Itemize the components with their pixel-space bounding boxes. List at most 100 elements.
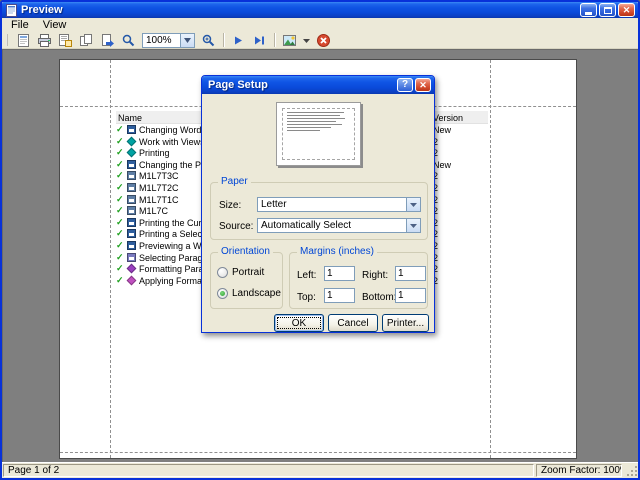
left-margin-input[interactable] <box>324 266 355 281</box>
dialog-title-bar: Page Setup ? ✕ <box>202 76 434 94</box>
paper-group-label: Paper <box>218 176 251 188</box>
find-button[interactable] <box>119 32 138 48</box>
dialog-close-button[interactable]: ✕ <box>415 78 431 92</box>
printer-page-icon <box>6 3 17 17</box>
insert-image-button[interactable] <box>280 32 299 48</box>
menu-bar: File View <box>2 18 638 32</box>
resize-grip[interactable] <box>624 464 638 477</box>
maximize-icon <box>603 6 612 14</box>
close-button[interactable]: ✕ <box>618 3 635 17</box>
maximize-button[interactable] <box>599 3 616 17</box>
dialog-title: Page Setup <box>208 79 268 91</box>
page-preview-thumbnail <box>276 102 361 166</box>
thumbnail-text-line <box>287 115 340 116</box>
topic-version: New <box>433 125 452 135</box>
paper-group: Paper Size: Letter Source: Automatically… <box>210 176 428 240</box>
topic-name: Printing <box>139 148 170 159</box>
check-icon <box>116 147 124 158</box>
portrait-radio[interactable]: Portrait <box>217 267 264 278</box>
copy-pages-button[interactable] <box>77 32 96 48</box>
margin-guide <box>490 60 491 458</box>
topic-icon <box>127 229 136 239</box>
next-page-icon <box>235 36 242 44</box>
resize-grip-icon <box>627 466 637 476</box>
page-layout-icon <box>18 33 29 47</box>
export-page-button[interactable] <box>98 32 117 48</box>
right-margin-label: Right: <box>362 270 389 281</box>
page-layout-button[interactable] <box>14 32 33 48</box>
page-setup-dialog: Page Setup ? ✕ Paper Size: Letter Source… <box>201 75 435 333</box>
bottom-margin-input[interactable] <box>395 288 426 303</box>
minimize-button[interactable] <box>580 3 597 17</box>
last-page-icon <box>255 36 264 44</box>
topic-icon <box>127 217 136 227</box>
margin-guide <box>60 452 576 453</box>
dropdown-arrow-icon <box>184 37 191 43</box>
right-margin-input[interactable] <box>395 266 426 281</box>
menu-view[interactable]: View <box>36 19 74 31</box>
printer-button[interactable]: Printer... <box>382 314 429 332</box>
dropdown-arrow-icon <box>406 219 420 232</box>
thumbnail-text-line <box>287 121 337 122</box>
check-icon <box>116 263 124 274</box>
topic-name: M1L7T1C <box>139 194 179 205</box>
paper-size-value: Letter <box>261 199 287 210</box>
stop-icon <box>317 33 330 47</box>
column-version: Version <box>433 113 464 123</box>
toolbar-grip[interactable] <box>6 34 8 46</box>
menu-file[interactable]: File <box>4 19 36 31</box>
image-dropdown-button[interactable] <box>301 32 312 48</box>
copy-pages-icon <box>80 33 92 46</box>
dropdown-arrow-icon <box>406 198 420 211</box>
topic-name: M1L7T3C <box>139 171 179 182</box>
paper-source-value: Automatically Select <box>261 220 352 231</box>
paper-size-select[interactable]: Letter <box>257 197 421 212</box>
window-title: Preview <box>21 4 63 16</box>
paper-source-select[interactable]: Automatically Select <box>257 218 421 233</box>
dialog-help-button[interactable]: ? <box>397 78 413 92</box>
topic-icon <box>126 136 137 147</box>
thumbnail-text-line <box>287 130 320 131</box>
zoom-in-icon <box>202 34 215 46</box>
zoom-input[interactable] <box>142 32 180 48</box>
zoom-dropdown-button[interactable] <box>180 32 195 48</box>
check-icon <box>116 182 124 193</box>
thumbnail-text-line <box>287 127 332 128</box>
toolbar-separator <box>223 33 224 47</box>
thumbnail-text-line <box>287 124 343 125</box>
title-bar: Preview ✕ <box>2 2 638 18</box>
preview-window: Preview ✕ File View 100% Name Version ✓ … <box>0 0 640 480</box>
check-icon <box>116 275 124 286</box>
orientation-group: Orientation Portrait Landscape <box>210 246 283 309</box>
page-setup-icon <box>59 33 72 47</box>
landscape-radio[interactable]: Landscape <box>217 288 281 299</box>
zoom-button[interactable] <box>199 32 218 48</box>
check-icon <box>116 252 124 263</box>
topic-name: M1L7C <box>139 206 169 217</box>
top-margin-input[interactable] <box>324 288 355 303</box>
page-setup-button[interactable] <box>56 32 75 48</box>
toolbar <box>2 32 638 49</box>
check-icon <box>116 124 124 135</box>
topic-icon <box>126 147 137 158</box>
top-margin-label: Top: <box>297 292 316 303</box>
topic-icon <box>127 240 136 250</box>
app-icon <box>5 3 18 17</box>
check-icon <box>116 194 124 205</box>
next-page-button[interactable] <box>229 32 248 48</box>
check-icon <box>116 205 124 216</box>
stop-button[interactable] <box>314 32 333 48</box>
topic-icon <box>127 125 136 134</box>
ok-button[interactable]: OK <box>274 314 324 332</box>
topic-icon <box>127 252 136 262</box>
dialog-body: Paper Size: Letter Source: Automatically… <box>202 94 434 332</box>
print-button[interactable] <box>35 32 54 48</box>
margin-guide <box>110 60 111 458</box>
topic-icon <box>126 263 137 274</box>
status-bar: Page 1 of 2 Zoom Factor: 100% <box>2 462 638 478</box>
cancel-button[interactable]: Cancel <box>328 314 378 332</box>
thumbnail-text-line <box>287 118 345 119</box>
export-page-icon <box>102 33 114 47</box>
status-zoom-factor: Zoom Factor: 100% <box>536 464 622 477</box>
last-page-button[interactable] <box>250 32 269 48</box>
